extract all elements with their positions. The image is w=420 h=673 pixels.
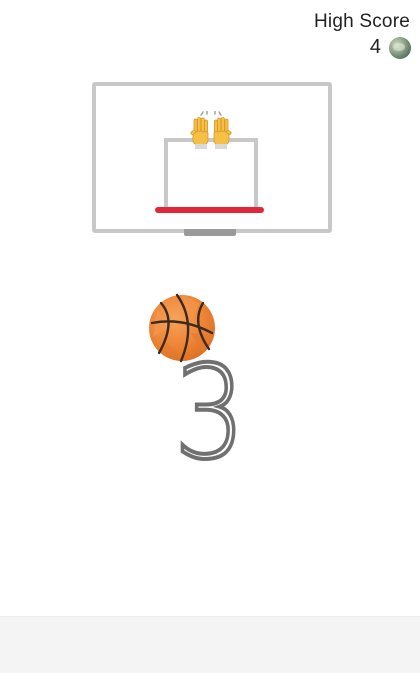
bottom-bar: [0, 616, 420, 673]
hoop-mount: [184, 229, 236, 236]
high-score-label: High Score: [314, 11, 410, 32]
high-score-value: 4: [369, 36, 381, 58]
player-avatar-icon: [389, 36, 411, 59]
hoop-rim: [155, 207, 264, 213]
countdown-number: 3: [0, 339, 420, 488]
countdown-digit: 3: [172, 339, 247, 488]
high-score-row: 4: [370, 36, 411, 59]
raised-hands-icon: [190, 111, 232, 149]
game-stage[interactable]: High Score 4 3: [0, 0, 420, 673]
